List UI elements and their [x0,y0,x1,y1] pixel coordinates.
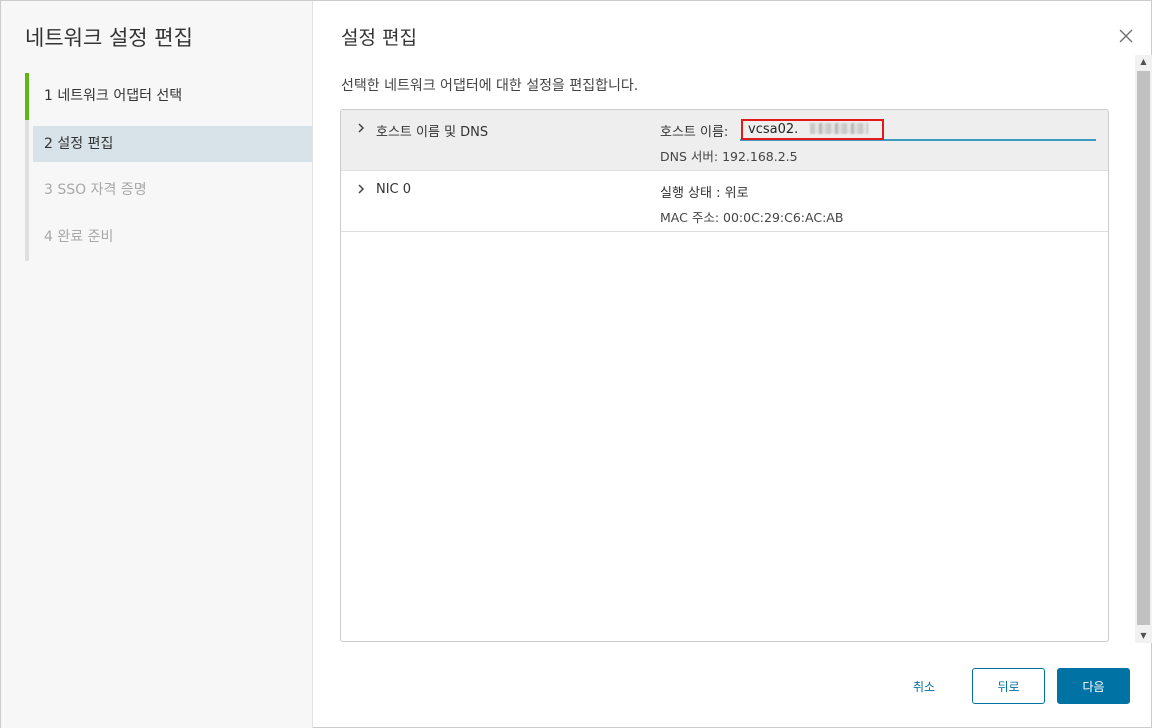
wizard-dialog: 네트워크 설정 편집 1 네트워크 어댑터 선택 2 설정 편집 3 SSO 자… [0,0,1152,728]
row-name: NIC 0 [376,182,412,197]
back-button[interactable]: 뒤로 [972,668,1045,704]
hostname-label: 호스트 이름: [660,125,729,140]
close-icon[interactable] [1117,27,1137,47]
page-title: 설정 편집 [341,27,417,49]
step-select-adapter[interactable]: 1 네트워크 어댑터 선택 [25,73,312,120]
page-description: 선택한 네트워크 어댑터에 대한 설정을 편집합니다. [341,78,639,94]
cancel-button[interactable]: 취소 [894,668,954,704]
scroll-up-arrow-icon[interactable]: ▲ [1135,55,1152,69]
wizard-sidebar: 네트워크 설정 편집 1 네트워크 어댑터 선택 2 설정 편집 3 SSO 자… [1,1,313,728]
next-button[interactable]: 다음 [1057,668,1130,704]
scroll-down-arrow-icon[interactable]: ▼ [1135,629,1152,643]
wizard-main: 설정 편집 선택한 네트워크 어댑터에 대한 설정을 편집합니다. 호스트 이름… [313,1,1152,728]
table-row-hostname-dns[interactable]: 호스트 이름 및 DNS 호스트 이름: DNS 서버: 192.168.2.5 [341,110,1108,171]
scroll-thumb[interactable] [1137,71,1150,625]
chevron-right-icon[interactable] [355,122,367,134]
nic-status-value: 실행 상태 : 위로 [660,186,749,201]
hostname-input[interactable] [740,119,1096,141]
wizard-steps: 1 네트워크 어댑터 선택 2 설정 편집 3 SSO 자격 증명 4 완료 준… [25,73,312,261]
row-name: 호스트 이름 및 DNS [376,125,489,140]
step-ready-to-complete: 4 완료 준비 [44,229,114,245]
chevron-right-icon[interactable] [355,183,367,195]
step-edit-settings[interactable]: 2 설정 편집 [33,126,312,162]
step-sso-credentials: 3 SSO 자격 증명 [44,182,147,198]
wizard-title: 네트워크 설정 편집 [25,26,193,50]
vertical-scrollbar[interactable]: ▲ ▼ [1135,55,1152,643]
mac-address-value: MAC 주소: 00:0C:29:C6:AC:AB [660,210,844,225]
table-row-nic0[interactable]: NIC 0 실행 상태 : 위로 MAC 주소: 00:0C:29:C6:AC:… [341,171,1108,232]
settings-datagrid: 호스트 이름 및 DNS 호스트 이름: DNS 서버: 192.168.2.5… [340,109,1109,642]
dns-server-value: DNS 서버: 192.168.2.5 [660,149,798,164]
